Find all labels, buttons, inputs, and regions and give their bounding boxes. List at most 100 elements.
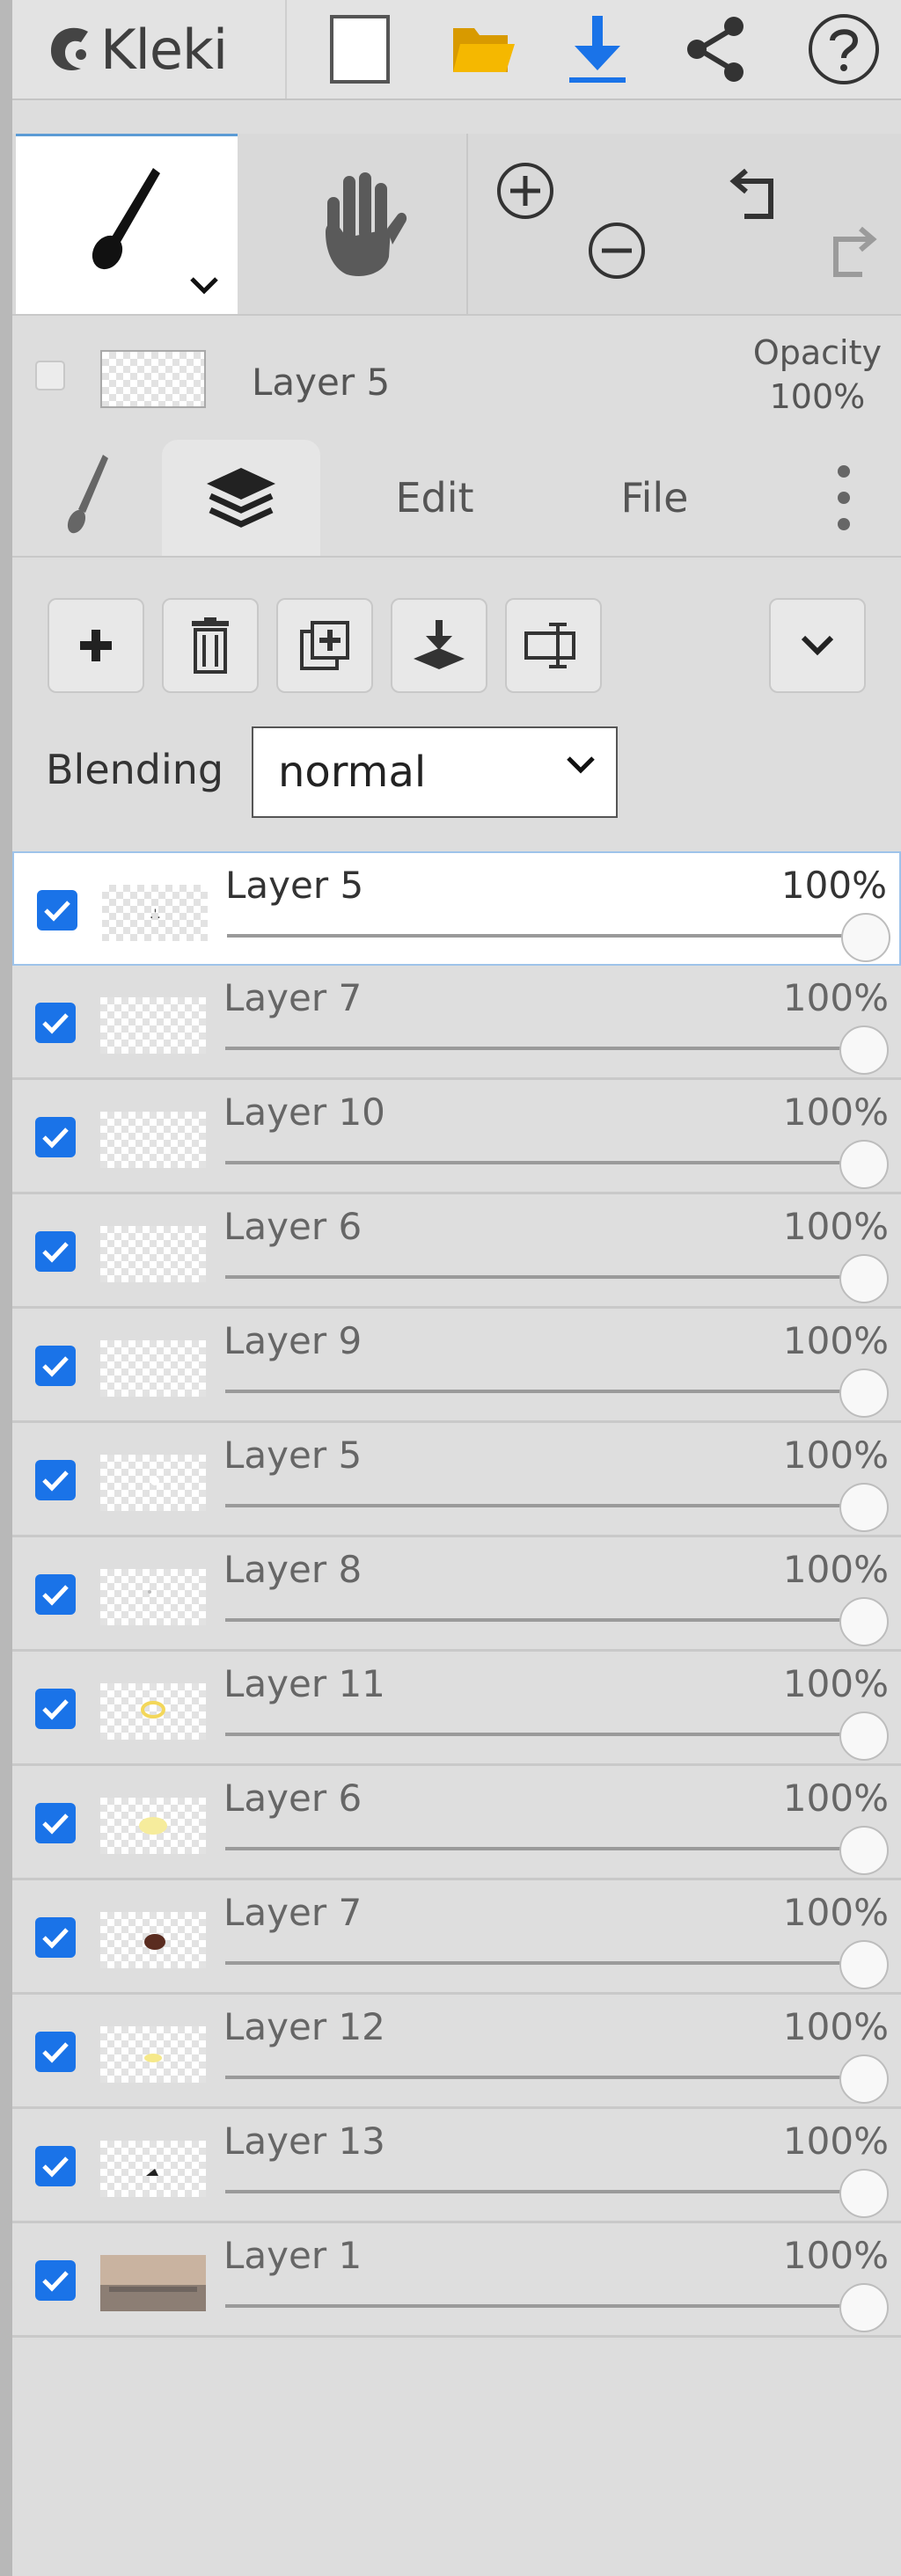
kleki-logo-icon <box>51 27 88 70</box>
merge-layer-down-button[interactable] <box>391 598 487 693</box>
open-image-button[interactable] <box>435 0 531 99</box>
layer-visibility-checkbox[interactable] <box>35 1689 76 1729</box>
layer-row[interactable]: Layer 5 100% <box>12 1423 901 1537</box>
layer-row[interactable]: Layer 9 100% <box>12 1309 901 1423</box>
help-icon <box>809 14 879 84</box>
layer-visibility-checkbox[interactable] <box>35 1346 76 1386</box>
layer-name: Layer 7 <box>223 976 363 1019</box>
layer-opacity-slider-track[interactable] <box>225 2076 868 2079</box>
layer-visibility-checkbox[interactable] <box>35 1917 76 1958</box>
layer-opacity-slider-track[interactable] <box>225 1504 868 1507</box>
layer-row[interactable]: Layer 10 100% <box>12 1080 901 1194</box>
layer-opacity-slider-handle[interactable] <box>839 1826 889 1875</box>
layer-opacity-slider-track[interactable] <box>225 1161 868 1164</box>
share-button[interactable] <box>668 0 765 99</box>
layer-options-dropdown-button[interactable] <box>769 598 866 693</box>
layer-row[interactable]: Layer 8 100% <box>12 1537 901 1652</box>
layer-opacity-slider-track[interactable] <box>225 2304 868 2308</box>
rename-layer-button[interactable] <box>505 598 602 693</box>
left-edge <box>0 0 12 2576</box>
layer-opacity-slider-handle[interactable] <box>839 1483 889 1532</box>
add-layer-button[interactable] <box>48 598 144 693</box>
layer-opacity-slider-track[interactable] <box>225 1390 868 1393</box>
rename-icon <box>524 623 575 668</box>
layer-row[interactable]: Layer 1 100% <box>12 2223 901 2338</box>
blending-select[interactable]: normal <box>252 726 618 818</box>
layer-row[interactable]: Layer 13 100% <box>12 2109 901 2223</box>
tab-edit[interactable]: Edit <box>347 440 523 556</box>
duplicate-layer-button[interactable] <box>276 598 373 693</box>
layer-opacity-slider-track[interactable] <box>225 1733 868 1736</box>
checkmark-icon <box>42 1699 69 1720</box>
delete-layer-button[interactable] <box>162 598 259 693</box>
chevron-down-icon <box>801 635 834 656</box>
layer-name: Layer 5 <box>225 864 364 907</box>
tab-layers[interactable] <box>162 440 320 556</box>
layer-row[interactable]: Layer 6 100% <box>12 1766 901 1880</box>
tab-file[interactable]: File <box>567 440 743 556</box>
layer-visibility-checkbox[interactable] <box>35 1803 76 1843</box>
layer-opacity: 100% <box>780 864 887 907</box>
brush-tool-button[interactable] <box>16 134 238 314</box>
layer-row[interactable]: Layer 7 100% <box>12 966 901 1080</box>
layer-opacity-slider-handle[interactable] <box>839 1368 889 1418</box>
layer-opacity: 100% <box>782 2005 889 2048</box>
layer-row[interactable]: Layer 6 100% <box>12 1194 901 1309</box>
hand-tool-button[interactable] <box>239 134 466 314</box>
tab-brush[interactable] <box>21 440 153 556</box>
layer-name: Layer 11 <box>223 1662 385 1705</box>
layer-opacity-slider-track[interactable] <box>225 1618 868 1622</box>
layer-visibility-checkbox[interactable] <box>37 890 77 930</box>
layer-name: Layer 13 <box>223 2120 385 2163</box>
layer-opacity: 100% <box>782 2120 889 2163</box>
layer-visibility-checkbox[interactable] <box>35 2032 76 2072</box>
merge-down-icon <box>414 620 465 669</box>
layer-row[interactable]: .'. Layer 5 100% <box>12 851 901 966</box>
layer-opacity-slider-handle[interactable] <box>839 1711 889 1761</box>
layer-opacity-slider-handle[interactable] <box>841 913 890 962</box>
open-folder-icon <box>453 28 515 72</box>
layer-row[interactable]: Layer 11 100% <box>12 1652 901 1766</box>
layer-row[interactable]: Layer 7 100% <box>12 1880 901 1995</box>
layer-visibility-checkbox[interactable] <box>35 1460 76 1500</box>
checkmark-icon <box>42 1013 69 1034</box>
layer-opacity-slider-track[interactable] <box>225 1961 868 1965</box>
layer-opacity-slider-handle[interactable] <box>839 2054 889 2104</box>
new-image-button[interactable] <box>311 0 408 99</box>
checkmark-icon <box>42 1928 69 1949</box>
more-menu-button[interactable] <box>804 440 883 556</box>
layer-thumbnail <box>100 1455 206 1511</box>
layer-opacity-slider-handle[interactable] <box>839 1254 889 1303</box>
layer-opacity-slider-track[interactable] <box>225 1847 868 1850</box>
layer-name: Layer 12 <box>223 2005 385 2048</box>
layer-opacity-slider-handle[interactable] <box>839 2283 889 2332</box>
layer-visibility-checkbox[interactable] <box>35 2146 76 2186</box>
layer-thumbnail <box>100 1569 206 1625</box>
layer-opacity-slider-track[interactable] <box>227 934 869 938</box>
layer-opacity-slider-track[interactable] <box>225 2190 868 2193</box>
zoom-in-icon[interactable] <box>494 160 556 222</box>
zoom-out-icon[interactable] <box>586 220 648 281</box>
save-image-button[interactable] <box>549 0 646 99</box>
undo-icon[interactable] <box>727 158 797 229</box>
layer-thumbnail: .'. <box>102 885 208 941</box>
layer-visibility-checkbox[interactable] <box>35 1231 76 1272</box>
top-bar: Kleki <box>12 0 901 100</box>
layer-opacity-slider-handle[interactable] <box>839 1025 889 1075</box>
layer-opacity-slider-handle[interactable] <box>839 1140 889 1189</box>
layer-opacity-slider-handle[interactable] <box>839 1940 889 1989</box>
redo-icon[interactable] <box>809 216 880 287</box>
layer-visibility-checkbox[interactable] <box>35 1003 76 1043</box>
app-logo[interactable]: Kleki <box>46 5 283 93</box>
layer-visibility-checkbox[interactable] <box>35 1574 76 1615</box>
layer-opacity-slider-handle[interactable] <box>839 2169 889 2218</box>
layer-visibility-checkbox[interactable] <box>35 1117 76 1157</box>
layer-opacity-slider-track[interactable] <box>225 1275 868 1279</box>
layer-row[interactable]: Layer 12 100% <box>12 1995 901 2109</box>
more-vertical-icon <box>838 465 850 530</box>
help-button[interactable] <box>795 0 892 99</box>
layer-thumbnail <box>100 1683 206 1740</box>
layer-opacity-slider-track[interactable] <box>225 1047 868 1050</box>
layer-visibility-checkbox[interactable] <box>35 2260 76 2301</box>
layer-opacity-slider-handle[interactable] <box>839 1597 889 1646</box>
